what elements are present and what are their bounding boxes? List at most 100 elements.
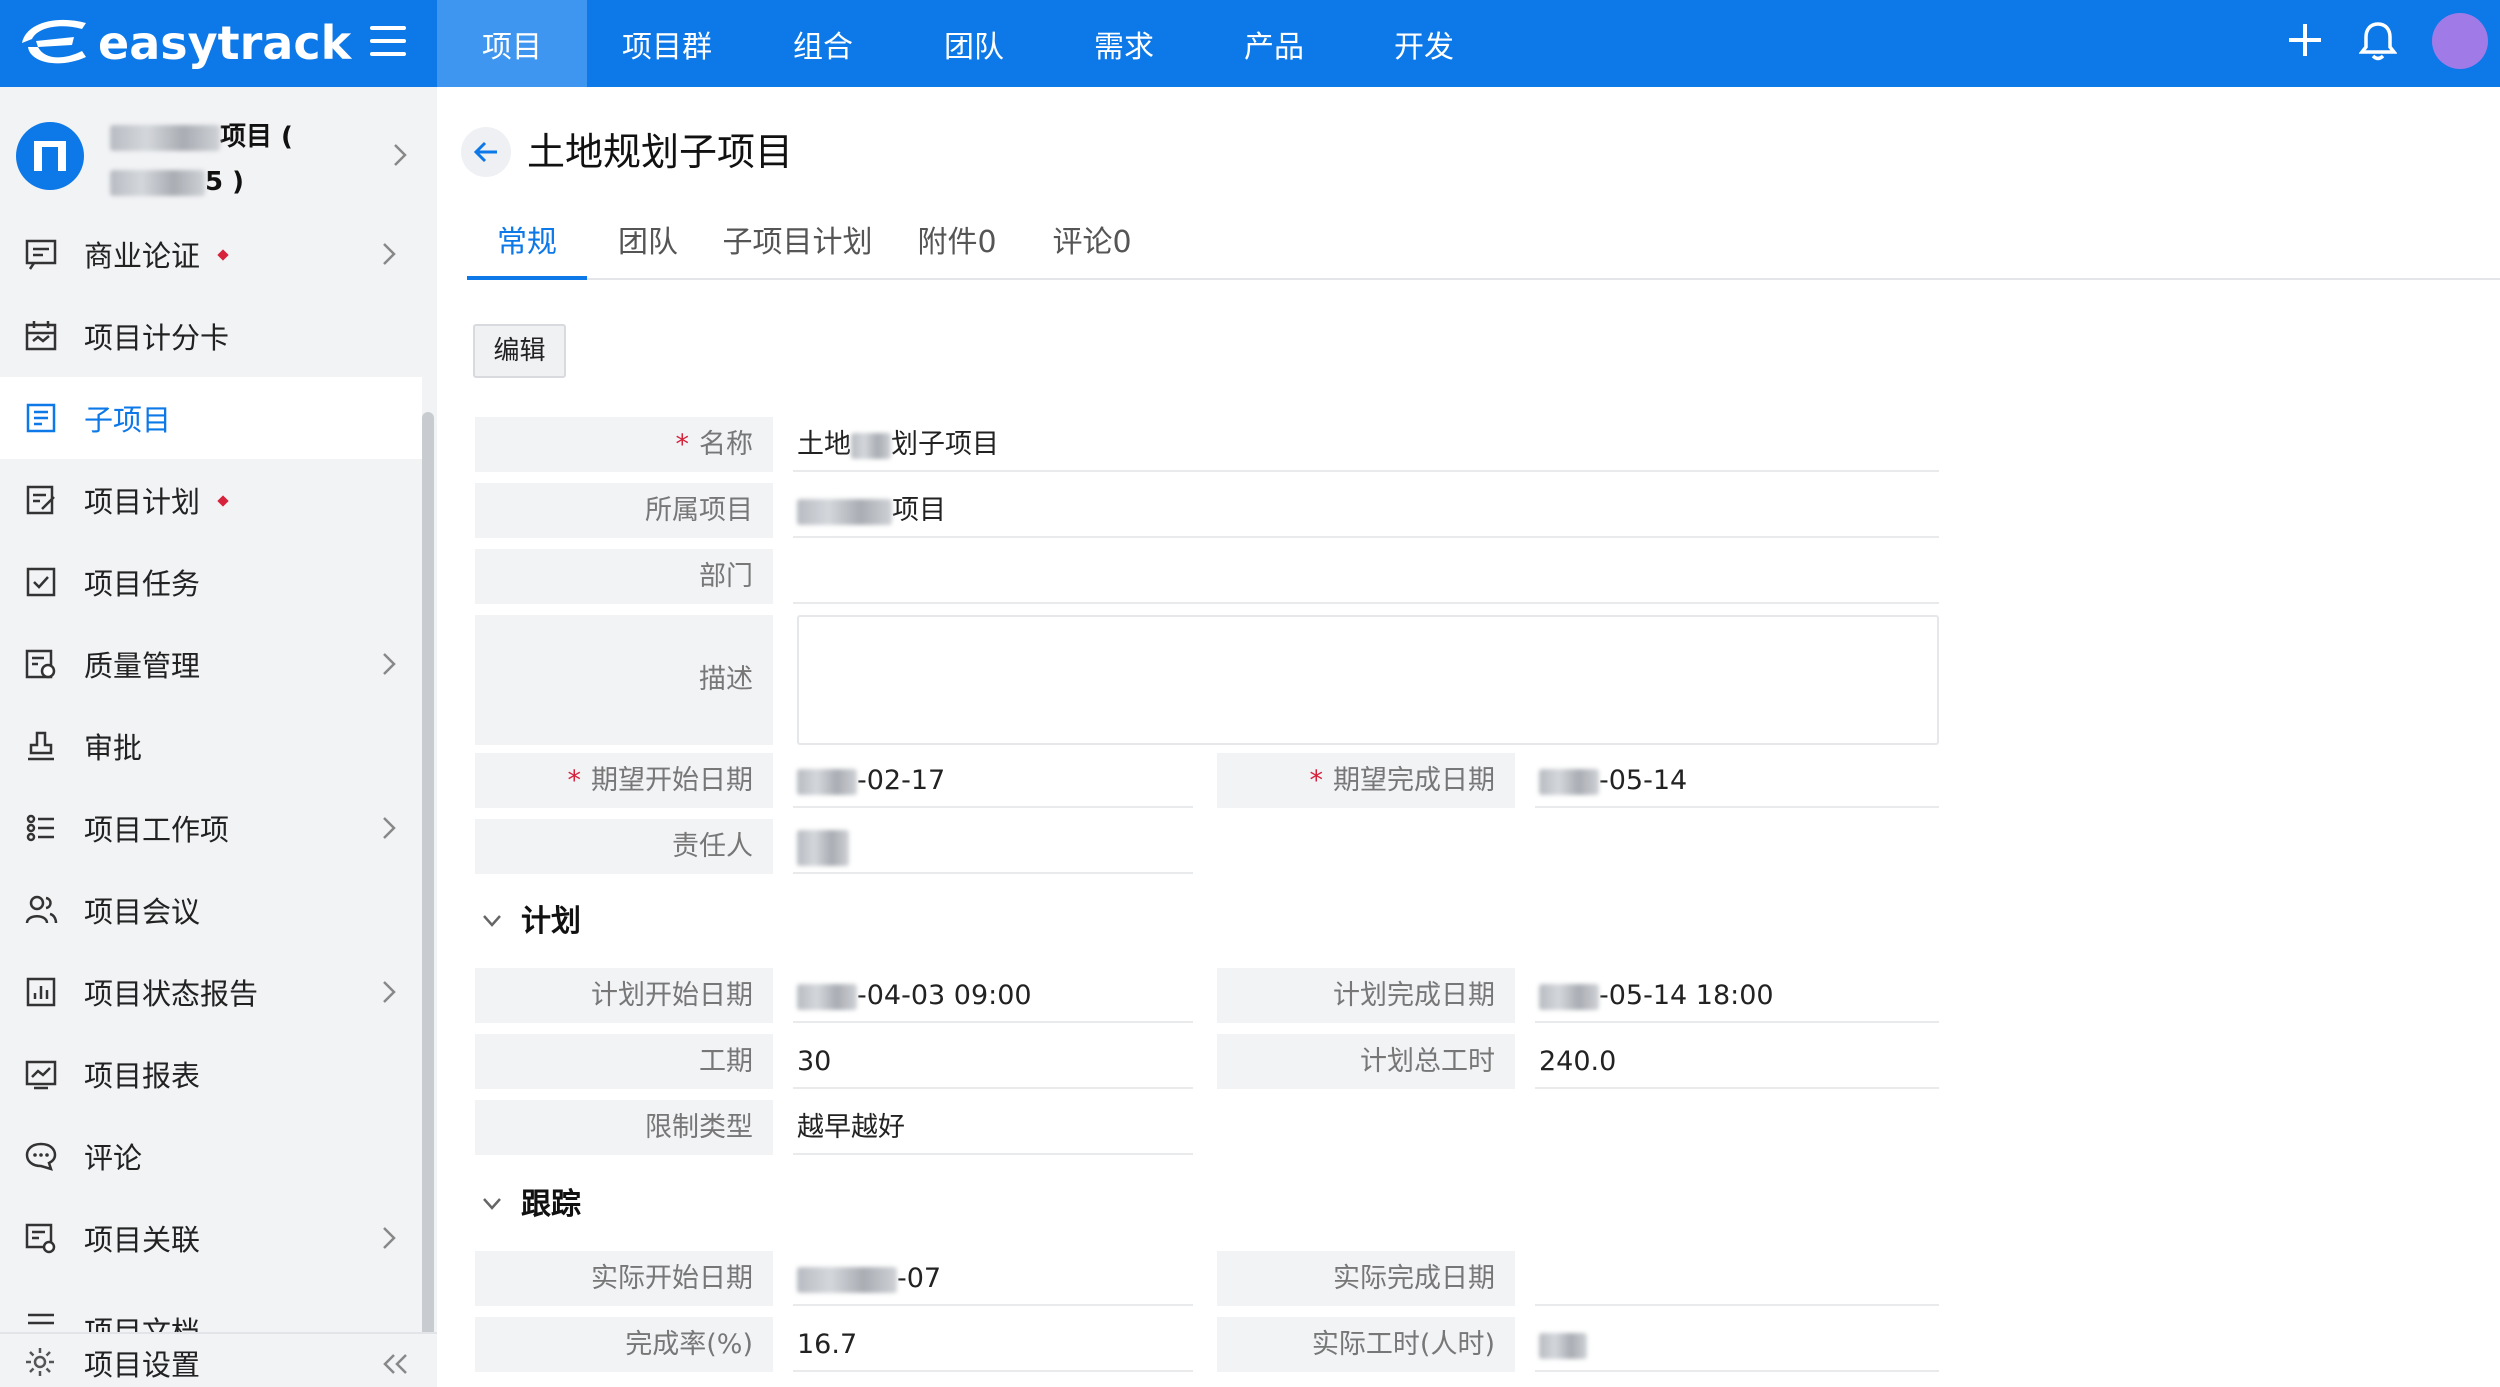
- sidebar-item-relation[interactable]: 项目关联: [0, 1197, 422, 1279]
- app-window: easytrack 项目 项目群 组合 团队 需求 产品 开发 项目 (5)…: [0, 0, 2500, 1387]
- comment-icon: [25, 1142, 57, 1171]
- actual-start-value: -07: [793, 1251, 1193, 1306]
- constraint-type-value: 越早越好: [793, 1100, 1193, 1155]
- business-case-icon: [25, 239, 57, 270]
- back-button[interactable]: [461, 127, 511, 177]
- owner-value: [793, 819, 1193, 874]
- project-name: 项目 ( 5 ): [110, 115, 293, 205]
- expected-start-label: * 期望开始日期: [475, 753, 773, 808]
- sidebar-scrollbar[interactable]: [422, 412, 434, 1372]
- plan-start-value: -04-03 09:00: [793, 968, 1193, 1023]
- meeting-icon: [25, 895, 58, 924]
- sidebar-item-work-items[interactable]: 项目工作项: [0, 787, 422, 869]
- settings-label[interactable]: 项目设置: [84, 1342, 200, 1384]
- tab-bar: 常规 团队 子项目计划 附件0 评论0: [467, 205, 2500, 280]
- sidebar-footer: 项目设置: [0, 1332, 437, 1387]
- plan-start-label: 计划开始日期: [475, 968, 773, 1023]
- logo[interactable]: easytrack: [16, 10, 351, 76]
- approval-icon: [28, 731, 54, 761]
- tab-general[interactable]: 常规: [467, 205, 587, 280]
- tab-team[interactable]: 团队: [603, 205, 693, 280]
- logo-icon: [22, 19, 86, 64]
- document-icon: [28, 1313, 54, 1325]
- nav-development[interactable]: 开发: [1349, 0, 1499, 87]
- chevron-right-icon: [383, 817, 396, 839]
- sidebar-item-project-task[interactable]: 项目任务: [0, 541, 422, 623]
- chevron-right-icon: [383, 243, 396, 265]
- duration-label: 工期: [475, 1034, 773, 1089]
- nav-project[interactable]: 项目: [437, 0, 587, 87]
- name-label: * 名称: [475, 417, 773, 472]
- tab-attachments[interactable]: 附件0: [902, 205, 1012, 280]
- actual-end-value: [1535, 1251, 1939, 1306]
- nav-product[interactable]: 产品: [1199, 0, 1349, 87]
- nav-program[interactable]: 项目群: [587, 0, 747, 87]
- completion-rate-label: 完成率(%): [475, 1317, 773, 1372]
- expected-end-value: -05-14: [1535, 753, 1939, 808]
- description-label: 描述: [475, 615, 773, 745]
- sidebar-item-status-report[interactable]: 项目状态报告: [0, 951, 422, 1033]
- task-icon: [26, 567, 56, 597]
- nav-requirement[interactable]: 需求: [1049, 0, 1199, 87]
- sidebar-item-approval[interactable]: 审批: [0, 705, 422, 787]
- description-field: [797, 615, 1939, 745]
- owner-label: 责任人: [475, 819, 773, 874]
- arrow-left-icon: [473, 141, 497, 163]
- top-bar: easytrack 项目 项目群 组合 团队 需求 产品 开发: [0, 0, 2500, 87]
- sidebar-item-quality[interactable]: 质量管理: [0, 623, 422, 705]
- plan-end-value: -05-14 18:00: [1535, 968, 1939, 1023]
- user-avatar[interactable]: [2432, 13, 2488, 69]
- main-content: 土地规划子项目 常规 团队 子项目计划 附件0 评论0 编辑 * 名称 土地 划子项…: [437, 87, 2500, 1387]
- actual-hours-label: 实际工时(人时): [1217, 1317, 1515, 1372]
- plus-icon[interactable]: [2287, 22, 2323, 58]
- sidebar-item-subproject[interactable]: 子项目: [0, 377, 422, 459]
- plan-end-label: 计划完成日期: [1217, 968, 1515, 1023]
- menu-icon[interactable]: [370, 26, 406, 58]
- nav-team[interactable]: 团队: [899, 0, 1049, 87]
- logo-text: easytrack: [98, 16, 352, 70]
- alert-dot: [217, 495, 229, 507]
- subproject-icon: [26, 403, 56, 433]
- planned-hours-label: 计划总工时: [1217, 1034, 1515, 1089]
- sidebar-item-report[interactable]: 项目报表: [0, 1033, 422, 1115]
- department-label: 部门: [475, 549, 773, 604]
- chevron-down-icon: [483, 915, 501, 927]
- relation-icon: [25, 1223, 56, 1254]
- expected-start-value: -02-17: [793, 753, 1193, 808]
- sidebar: 项目 ( 5 ) 商业论证 项目计分卡 子项目 项目计划 项目任务 质量管理 审…: [0, 87, 437, 1387]
- status-report-icon: [26, 977, 56, 1007]
- sidebar-item-project-plan[interactable]: 项目计划: [0, 459, 422, 541]
- constraint-type-label: 限制类型: [475, 1100, 773, 1155]
- completion-rate-value: 16.7: [793, 1317, 1193, 1372]
- alert-dot: [217, 249, 229, 261]
- expected-end-label: * 期望完成日期: [1217, 753, 1515, 808]
- edit-button[interactable]: 编辑: [473, 324, 566, 378]
- sidebar-item-comment[interactable]: 评论: [0, 1115, 422, 1197]
- top-nav: 项目 项目群 组合 团队 需求 产品 开发: [437, 0, 1499, 87]
- parent-project-value: 项目: [793, 483, 1939, 538]
- report-icon: [25, 1060, 57, 1090]
- duration-value: 30: [793, 1034, 1193, 1089]
- department-value: [793, 549, 1939, 604]
- chevron-right-icon: [394, 144, 407, 166]
- work-items-icon: [26, 814, 54, 842]
- gear-icon[interactable]: [24, 1346, 56, 1378]
- chevron-right-icon: [383, 981, 396, 1003]
- sidebar-item-meeting[interactable]: 项目会议: [0, 869, 422, 951]
- actual-start-label: 实际开始日期: [475, 1251, 773, 1306]
- planned-hours-value: 240.0: [1535, 1034, 1939, 1089]
- sidebar-item-business-case[interactable]: 商业论证: [0, 213, 422, 295]
- nav-portfolio[interactable]: 组合: [747, 0, 899, 87]
- tab-subproject-plan[interactable]: 子项目计划: [715, 205, 880, 280]
- parent-project-label: 所属项目: [475, 483, 773, 538]
- quality-icon: [25, 649, 56, 679]
- bell-icon[interactable]: [2359, 20, 2397, 62]
- plan-icon: [26, 485, 55, 515]
- scorecard-icon: [25, 321, 57, 351]
- page-title: 土地规划子项目: [527, 130, 794, 174]
- sidebar-item-document[interactable]: 项目文档: [0, 1279, 422, 1332]
- collapse-icon[interactable]: [380, 1352, 410, 1376]
- sidebar-item-scorecard[interactable]: 项目计分卡: [0, 295, 422, 377]
- project-header[interactable]: 项目 ( 5 ): [0, 87, 422, 222]
- tab-comments[interactable]: 评论0: [1037, 205, 1147, 280]
